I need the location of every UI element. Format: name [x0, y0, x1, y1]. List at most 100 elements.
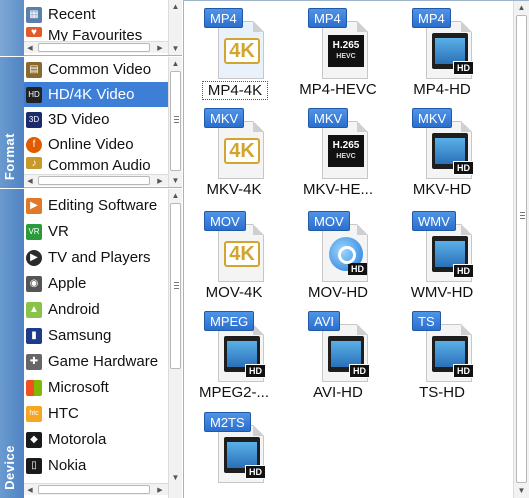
format-vertical-scrollbar[interactable]: ▲ ▼ — [168, 57, 182, 187]
format-label: MP4-4K — [202, 81, 268, 100]
film-strip-icon: HD — [432, 334, 474, 378]
scrollbar-thumb[interactable] — [38, 485, 150, 494]
recent-horizontal-scrollbar[interactable]: ◀ ▶ — [24, 41, 168, 53]
recent-list: ▦ Recent ♥ My Favourites ◀ ▶ ▲ ▼ — [24, 0, 182, 56]
scroll-down-icon[interactable]: ▼ — [169, 471, 182, 484]
list-item-label: HD/4K Video — [48, 86, 135, 103]
device-horizontal-scrollbar[interactable]: ◀ ▶ — [24, 483, 168, 495]
device-vertical-scrollbar[interactable]: ▲ ▼ — [168, 189, 182, 498]
tab-format[interactable]: Format — [0, 57, 24, 188]
scroll-right-icon[interactable]: ▶ — [154, 175, 166, 186]
list-item-label: Motorola — [48, 431, 107, 448]
film-strip-icon: HD — [328, 334, 370, 378]
format-tile-8[interactable]: HD WMV WMV-HD — [392, 204, 492, 304]
hd-icon: HD — [26, 86, 42, 103]
list-item-label: HTC — [48, 405, 79, 422]
format-tile-7[interactable]: HD MOV MOV-HD — [288, 204, 388, 304]
list-item-online-video[interactable]: f Online Video — [24, 132, 168, 157]
list-item-common-audio[interactable]: ♪ Common Audio — [24, 157, 168, 174]
format-tile-6[interactable]: 4K MOV MOV-4K — [184, 204, 284, 304]
list-item-vr[interactable]: VR VR — [24, 219, 168, 244]
format-tile-5[interactable]: HD MKV MKV-HD — [392, 101, 492, 201]
list-item-microsoft[interactable]: Microsoft — [24, 375, 168, 400]
editing-software-icon: ▶ — [26, 197, 42, 214]
list-item-favourites[interactable]: ♥ My Favourites — [24, 27, 168, 44]
scrollbar-thumb[interactable] — [170, 203, 181, 369]
recent-tab-strip — [0, 0, 24, 56]
scroll-right-icon[interactable]: ▶ — [154, 42, 166, 53]
list-item-3d-video[interactable]: 3D 3D Video — [24, 107, 168, 132]
list-item-apple[interactable]: ◉ Apple — [24, 271, 168, 296]
list-item-android[interactable]: ▲ Android — [24, 297, 168, 322]
format-badge: MKV — [412, 108, 453, 128]
list-item-label: VR — [48, 223, 69, 240]
heart-icon: ♥ — [26, 27, 42, 38]
format-label: MP4-HD — [413, 81, 471, 98]
list-item-samsung[interactable]: ▮ Samsung — [24, 323, 168, 348]
list-item-motorola[interactable]: ◆ Motorola — [24, 427, 168, 452]
format-badge: MP4 — [204, 8, 243, 28]
format-label: WMV-HD — [410, 284, 474, 301]
list-item-editing-software[interactable]: ▶ Editing Software — [24, 193, 168, 218]
list-item-label: Game Hardware — [48, 353, 159, 370]
format-tile-12[interactable]: HD M2TS — [184, 405, 284, 498]
format-tile-0[interactable]: 4K MP4 MP4-4K — [184, 1, 284, 101]
format-tile-3[interactable]: 4K MKV MKV-4K — [184, 101, 284, 201]
format-label: MPEG2-... — [198, 384, 269, 401]
film-strip-icon: HD — [432, 131, 474, 175]
4k-icon: 4K — [224, 31, 260, 71]
scroll-right-icon[interactable]: ▶ — [154, 484, 166, 495]
list-item-tv-and-players[interactable]: ▶ TV and Players — [24, 245, 168, 270]
scroll-left-icon[interactable]: ◀ — [24, 175, 36, 186]
list-item-label: Microsoft — [48, 379, 109, 396]
microsoft-icon — [26, 379, 42, 396]
list-item-recent[interactable]: ▦ Recent — [24, 2, 168, 27]
recent-vertical-scrollbar[interactable]: ▲ ▼ — [168, 0, 182, 55]
format-tile-4[interactable]: H.265 HEVC MKV MKV-HE... — [288, 101, 388, 201]
recent-icon: ▦ — [26, 6, 42, 23]
scroll-up-icon[interactable]: ▲ — [514, 1, 529, 14]
scroll-down-icon[interactable]: ▼ — [169, 174, 182, 187]
format-label: MKV-HE... — [302, 181, 373, 198]
format-label: MKV-HD — [412, 181, 472, 198]
scrollbar-thumb[interactable] — [516, 15, 527, 483]
scroll-up-icon[interactable]: ▲ — [169, 189, 182, 202]
format-badge: MP4 — [412, 8, 451, 28]
vr-icon: VR — [26, 223, 42, 240]
4k-icon: 4K — [224, 131, 260, 171]
format-grid-vertical-scrollbar[interactable]: ▲ ▼ — [513, 1, 529, 498]
list-item-game-hardware[interactable]: ✚ Game Hardware — [24, 349, 168, 374]
format-badge: MKV — [308, 108, 349, 128]
scrollbar-thumb[interactable] — [38, 176, 150, 185]
scroll-down-icon[interactable]: ▼ — [169, 42, 182, 55]
format-label: MP4-HEVC — [299, 81, 377, 98]
list-item-label: TV and Players — [48, 249, 151, 266]
list-item-label: Recent — [48, 6, 96, 23]
list-item-label: Samsung — [48, 327, 112, 344]
scroll-left-icon[interactable]: ◀ — [24, 42, 36, 53]
nokia-icon: ▯ — [26, 457, 42, 474]
format-tile-1[interactable]: H.265 HEVC MP4 MP4-HEVC — [288, 1, 388, 101]
scrollbar-thumb[interactable] — [170, 71, 181, 171]
list-item-hd-4k-video[interactable]: HD HD/4K Video — [24, 82, 168, 107]
format-horizontal-scrollbar[interactable]: ◀ ▶ — [24, 174, 168, 186]
format-tile-9[interactable]: HD MPEG MPEG2-... — [184, 304, 284, 404]
film-icon: ▤ — [26, 61, 42, 78]
tab-device-label: Device — [2, 445, 17, 490]
list-item-nokia[interactable]: ▯ Nokia — [24, 453, 168, 478]
format-badge: MP4 — [308, 8, 347, 28]
audio-icon: ♪ — [26, 157, 42, 169]
scroll-left-icon[interactable]: ◀ — [24, 484, 36, 495]
scrollbar-thumb[interactable] — [38, 43, 150, 52]
list-item-htc[interactable]: htc HTC — [24, 401, 168, 426]
list-item-label: Nokia — [48, 457, 87, 474]
scroll-up-icon[interactable]: ▲ — [169, 0, 182, 13]
format-tile-2[interactable]: HD MP4 MP4-HD — [392, 1, 492, 101]
scroll-up-icon[interactable]: ▲ — [169, 57, 182, 70]
tab-device[interactable]: Device — [0, 189, 24, 498]
format-tile-10[interactable]: HD AVI AVI-HD — [288, 304, 388, 404]
format-badge: WMV — [412, 211, 456, 231]
format-tile-11[interactable]: HD TS TS-HD — [392, 304, 492, 404]
scroll-down-icon[interactable]: ▼ — [514, 484, 529, 497]
list-item-common-video[interactable]: ▤ Common Video — [24, 57, 168, 82]
